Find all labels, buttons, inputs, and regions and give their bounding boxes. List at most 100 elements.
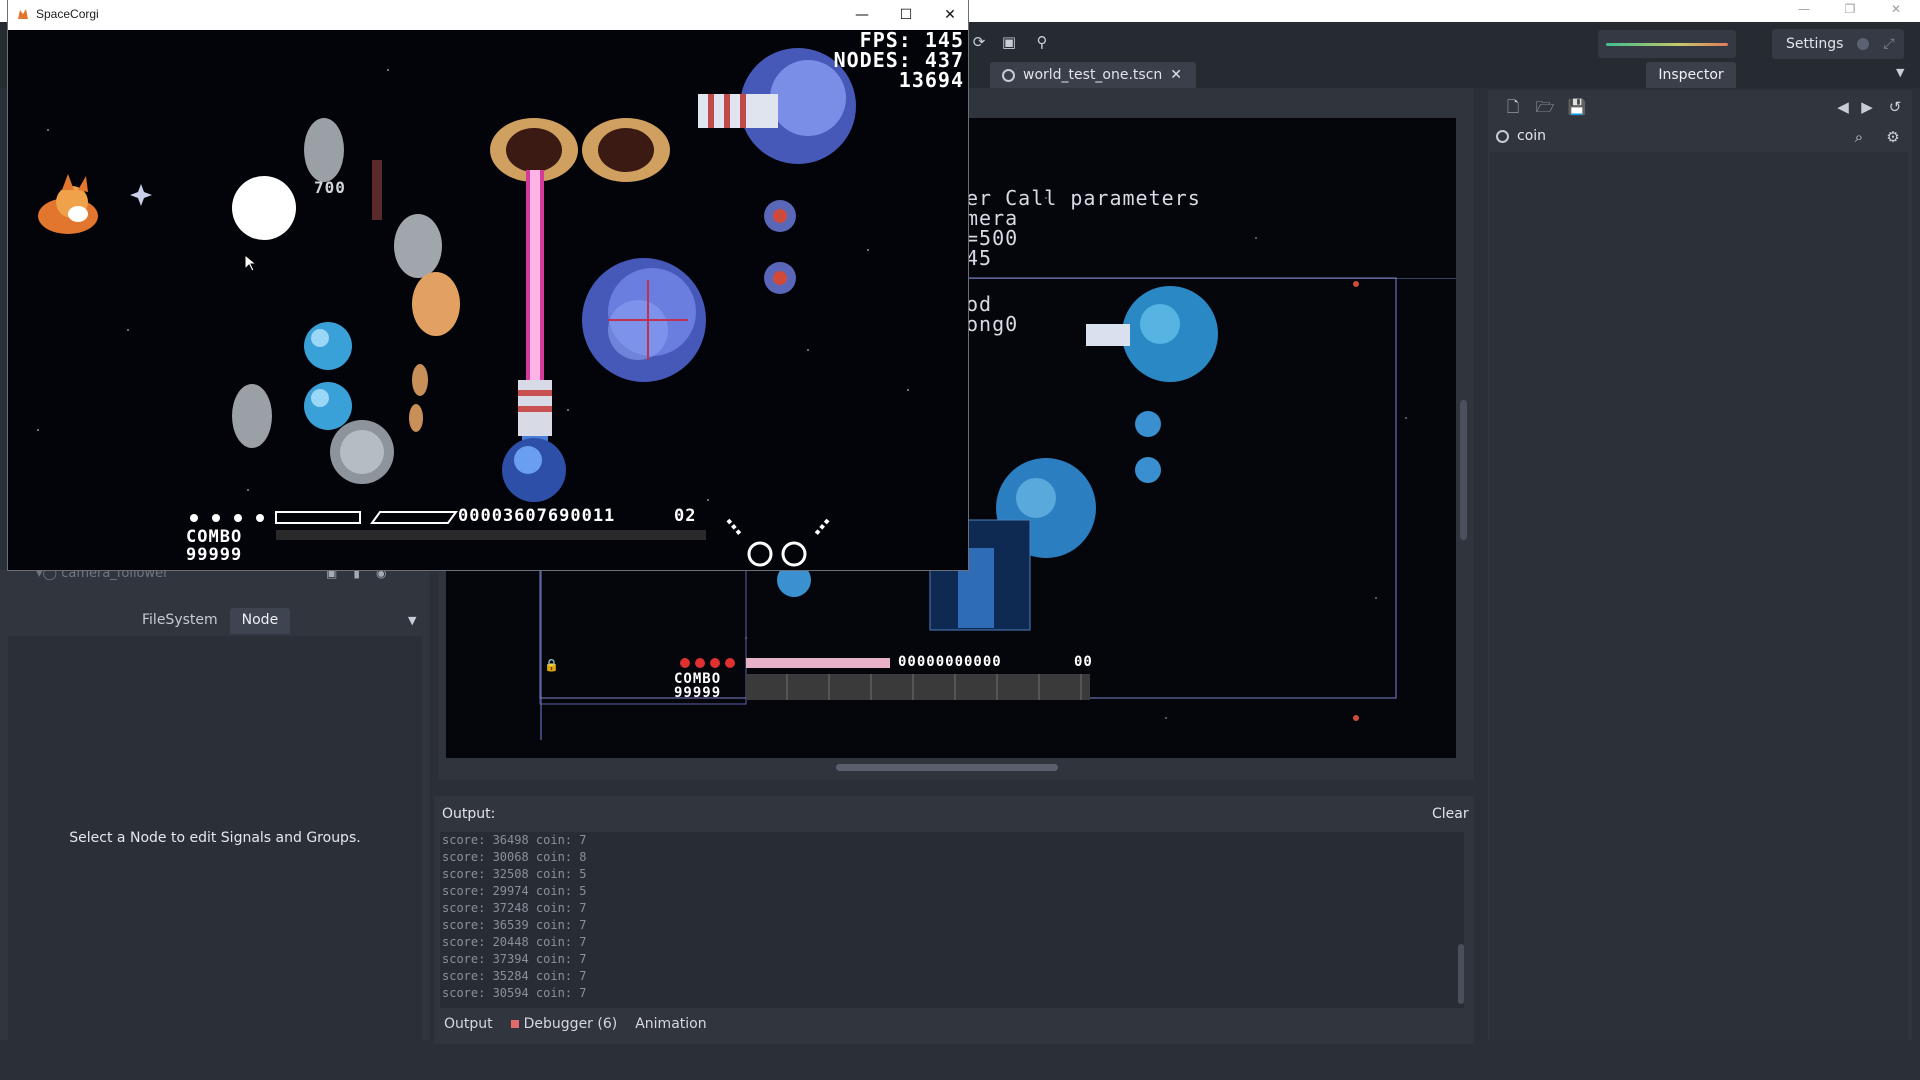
output-scrollbar[interactable] (1458, 944, 1464, 1004)
log-line: score: 32508 coin: 5 (442, 867, 587, 881)
tab-output[interactable]: Output (444, 1016, 493, 1032)
log-line: score: 36539 coin: 7 (442, 918, 587, 932)
save-icon[interactable]: 💾 (1566, 96, 1588, 118)
inspector-properties[interactable] (1490, 152, 1908, 1040)
left-dock-tabs: FileSystem Node (130, 608, 291, 634)
error-indicator-icon (510, 1020, 519, 1028)
scene-icon (1002, 68, 1015, 82)
log-line: score: 35284 coin: 7 (442, 969, 587, 983)
pink-beam (526, 170, 544, 390)
performance-meter (1598, 30, 1736, 58)
viewport-combo-meter (746, 674, 1090, 700)
editor-maximize-icon[interactable]: ❐ (1836, 2, 1864, 18)
corgi-app-icon (18, 9, 28, 19)
search-icon[interactable]: ⌕ (1848, 126, 1870, 148)
gear-icon[interactable]: ⚙ (1882, 126, 1904, 148)
lock-icon: 🔒 (544, 658, 559, 672)
log-line: score: 37248 coin: 7 (442, 901, 587, 915)
viewport-text-line: od (966, 292, 993, 316)
game-window[interactable]: SpaceCorgi — ☐ ✕ FPS: 145 NODES: 437 136… (8, 0, 968, 570)
hud-wingman (726, 518, 830, 567)
viewport-vertical-scrollbar[interactable] (1460, 400, 1467, 540)
editor-minimize-icon[interactable]: — (1790, 2, 1818, 18)
log-line: score: 30068 coin: 8 (442, 850, 587, 864)
log-line: score: 30594 coin: 7 (442, 986, 587, 1000)
history-forward-icon[interactable]: ▶ (1856, 96, 1878, 118)
game-titlebar[interactable]: SpaceCorgi — ☐ ✕ (8, 0, 968, 30)
hud-score: 00003607690011 (458, 506, 616, 526)
enemy-small (764, 200, 796, 294)
minimize-icon[interactable]: — (842, 4, 882, 26)
viewport-health-bar (746, 658, 890, 668)
tab-animation[interactable]: Animation (635, 1016, 706, 1032)
status-icon (1857, 38, 1870, 50)
flash-effect (232, 176, 296, 240)
bottom-panel-tabs: Output Debugger (6) Animation (444, 1016, 707, 1032)
history-icon[interactable]: ↺ (1884, 96, 1906, 118)
game-scene (37, 48, 909, 567)
viewport-score: 00000000000 (898, 654, 1002, 670)
coins (232, 118, 460, 484)
tab-filesystem[interactable]: FileSystem (130, 608, 230, 634)
clear-button[interactable]: Clear (1432, 806, 1469, 822)
node-panel: Select a Node to edit Signals and Groups… (8, 636, 422, 1040)
viewport-text-line: er Call parameters (966, 186, 1201, 210)
tab-debugger[interactable]: Debugger (6) (510, 1016, 618, 1032)
new-resource-icon[interactable]: 🗋 (1502, 96, 1524, 118)
tab-node[interactable]: Node (229, 608, 291, 634)
tab-inspector[interactable]: Inspector (1646, 62, 1736, 88)
history-back-icon[interactable]: ◀ (1832, 96, 1854, 118)
fps-row: FPS: 145 (796, 30, 964, 50)
settings-button[interactable]: Settings ⤢ (1772, 29, 1904, 59)
hud-combo-meter (276, 530, 706, 540)
reload-icon[interactable]: ⟳ (968, 31, 990, 53)
hud-combo: COMBO 99999 (186, 528, 242, 564)
inspector-tab-label: Inspector (1658, 67, 1724, 83)
debug-stats: FPS: 145 NODES: 437 13694 (796, 30, 964, 90)
node-panel-message: Select a Node to edit Signals and Groups… (69, 830, 361, 846)
viewport-hud-dots (680, 658, 735, 668)
sparkle-icon (130, 184, 152, 206)
expand-icon[interactable]: ⤢ (1883, 36, 1894, 52)
viewport-text-line: =500 (966, 226, 1019, 250)
inspector-node-label: coin (1517, 128, 1547, 144)
game-window-title: SpaceCorgi (36, 7, 99, 21)
close-icon[interactable]: ✕ (930, 4, 970, 26)
viewport-combo-label: COMBO (674, 671, 722, 687)
mouse-cursor-icon (244, 254, 256, 272)
left-dock-menu-icon[interactable]: ▼ (408, 614, 416, 627)
debugger-tab-label: Debugger (6) (523, 1016, 618, 1032)
viewport-bonus: 00 (1074, 654, 1093, 670)
viewport-combo-value: 99999 (674, 685, 722, 701)
hud-shield-bar (275, 511, 361, 524)
clapboard-icon[interactable]: ▣ (998, 31, 1020, 53)
viewport-text-line: ong0 (966, 312, 1019, 336)
remote-icon[interactable]: ⚲ (1031, 31, 1053, 53)
floating-score: 700 (314, 178, 346, 197)
viewport-combo: COMBO 99999 (674, 672, 721, 700)
dock-menu-icon[interactable]: ▼ (1896, 66, 1904, 79)
settings-label: Settings (1786, 36, 1844, 52)
hud-health-dots (190, 514, 264, 522)
output-log[interactable]: score: 36498 coin: 7 score: 30068 coin: … (440, 832, 1464, 1008)
objects-value: 13694 (898, 68, 964, 92)
open-folder-icon[interactable]: 🗁 (1534, 96, 1556, 118)
log-line: score: 36498 coin: 7 (442, 833, 587, 847)
viewport-debug-text: er Call parameters mera =500 45 (966, 188, 1201, 268)
hud-bonus: 02 (674, 506, 697, 526)
corgi-player (38, 174, 98, 234)
inspector-node-row[interactable]: coin (1496, 128, 1546, 144)
player-ship (502, 380, 566, 502)
viewport-debug-text-2: od ong0 (966, 294, 1018, 334)
combo-value: 99999 (186, 545, 243, 565)
nodes-row: NODES: 437 (796, 50, 964, 70)
hud-power-bar (370, 511, 458, 524)
enemy-sphere-large (582, 258, 706, 382)
close-tab-icon[interactable]: ✕ (1170, 67, 1182, 83)
game-canvas[interactable]: FPS: 145 NODES: 437 13694 700 0000360769… (8, 30, 968, 570)
editor-close-icon[interactable]: ✕ (1882, 2, 1910, 18)
tab-world-test-one[interactable]: world_test_one.tscn ✕ (990, 62, 1197, 88)
viewport-text-line: 45 (966, 246, 993, 270)
viewport-horizontal-scrollbar[interactable] (836, 764, 1058, 771)
maximize-icon[interactable]: ☐ (886, 4, 926, 26)
